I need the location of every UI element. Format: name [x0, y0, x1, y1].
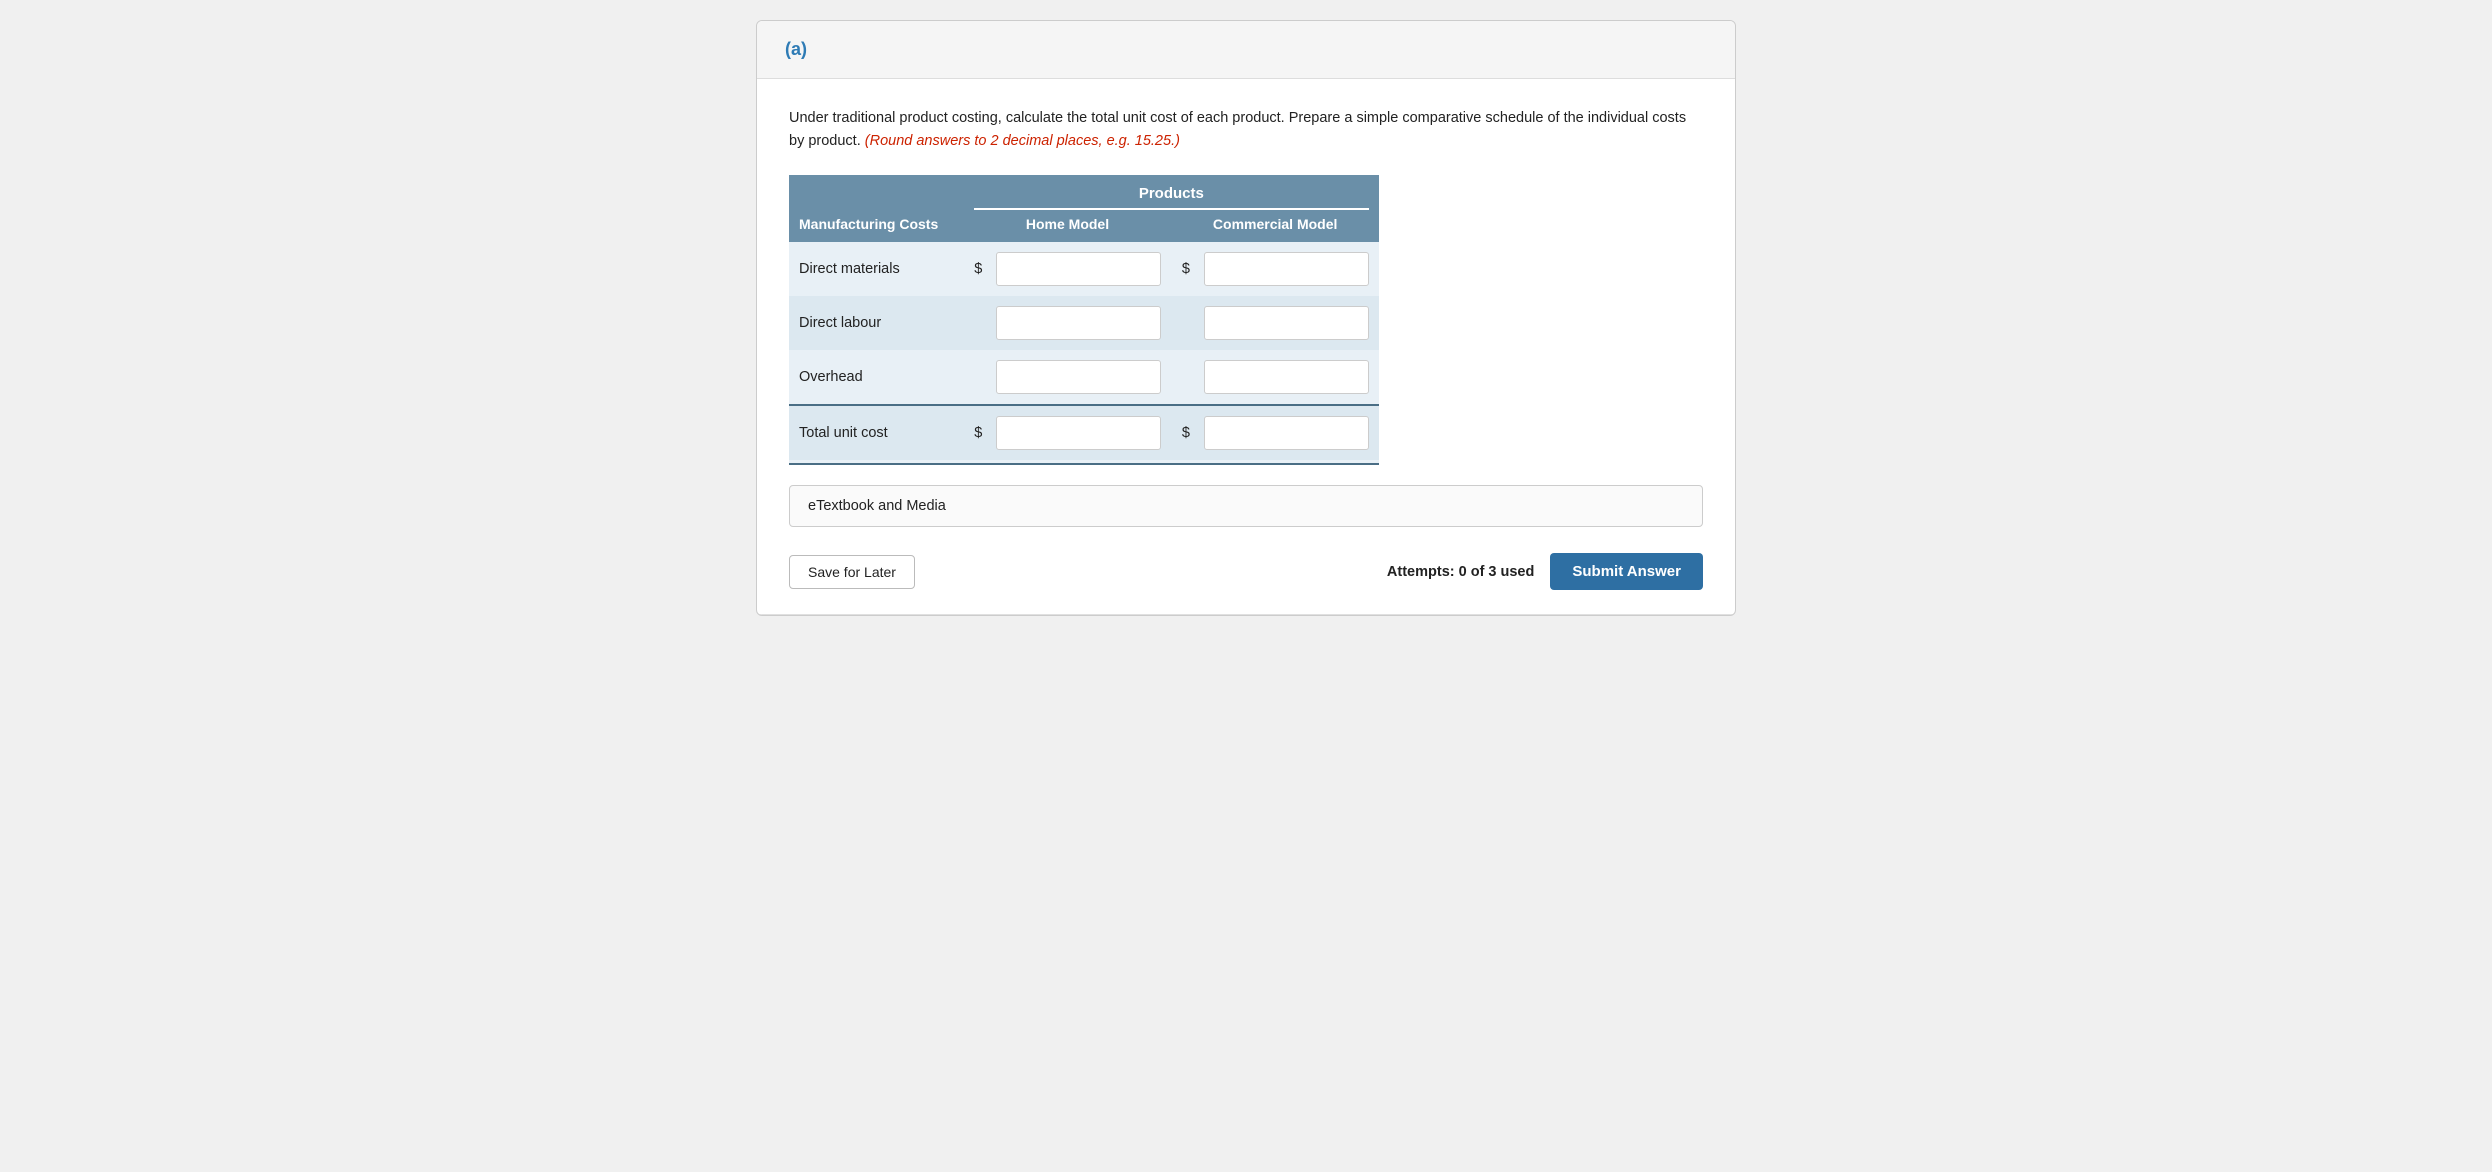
commercial-model-input-2[interactable] — [1204, 360, 1369, 394]
products-header: Products — [964, 175, 1379, 208]
commercial-input-cell-1 — [1194, 296, 1379, 350]
commercial-input-cell-0 — [1194, 242, 1379, 296]
part-header: (a) — [757, 21, 1735, 79]
main-card: (a) Under traditional product costing, c… — [756, 20, 1736, 616]
commercial-dollar-0: $ — [1171, 242, 1194, 296]
cost-table: Products Manufacturing Costs Home Model … — [789, 175, 1379, 465]
footer-row: Save for Later Attempts: 0 of 3 used Sub… — [789, 543, 1703, 594]
home-dollar-0: $ — [964, 242, 987, 296]
instructions-text: Under traditional product costing, calcu… — [789, 107, 1703, 153]
submit-answer-button[interactable]: Submit Answer — [1550, 553, 1703, 590]
home-model-input-1[interactable] — [996, 306, 1161, 340]
home-input-cell-2 — [986, 350, 1171, 405]
round-note: (Round answers to 2 decimal places, e.g.… — [865, 133, 1180, 149]
home-dollar-3: $ — [964, 405, 987, 460]
home-model-input-0[interactable] — [996, 252, 1161, 286]
col-home-header: Home Model — [964, 210, 1172, 242]
commercial-model-input-1[interactable] — [1204, 306, 1369, 340]
content-area: Under traditional product costing, calcu… — [757, 79, 1735, 615]
row-label-2: Overhead — [789, 350, 964, 405]
commercial-input-cell-3 — [1194, 405, 1379, 460]
commercial-model-input-3[interactable] — [1204, 416, 1369, 450]
home-input-cell-1 — [986, 296, 1171, 350]
etextbook-label: eTextbook and Media — [808, 498, 946, 514]
row-label-0: Direct materials — [789, 242, 964, 296]
part-label: (a) — [785, 39, 807, 59]
col-manufacturing-header: Manufacturing Costs — [789, 210, 964, 242]
col-commercial-header: Commercial Model — [1171, 210, 1379, 242]
home-model-input-2[interactable] — [996, 360, 1161, 394]
manufacturing-col-header — [789, 175, 964, 208]
home-dollar-1 — [964, 296, 987, 350]
home-dollar-2 — [964, 350, 987, 405]
commercial-dollar-3: $ — [1171, 405, 1194, 460]
commercial-model-input-0[interactable] — [1204, 252, 1369, 286]
home-input-cell-0 — [986, 242, 1171, 296]
save-for-later-button[interactable]: Save for Later — [789, 555, 915, 589]
commercial-input-cell-2 — [1194, 350, 1379, 405]
home-model-input-3[interactable] — [996, 416, 1161, 450]
footer-right: Attempts: 0 of 3 used Submit Answer — [1387, 553, 1703, 590]
home-input-cell-3 — [986, 405, 1171, 460]
row-label-1: Direct labour — [789, 296, 964, 350]
commercial-dollar-2 — [1171, 350, 1194, 405]
etextbook-bar: eTextbook and Media — [789, 485, 1703, 527]
commercial-dollar-1 — [1171, 296, 1194, 350]
row-label-3: Total unit cost — [789, 405, 964, 460]
attempts-text: Attempts: 0 of 3 used — [1387, 564, 1534, 580]
